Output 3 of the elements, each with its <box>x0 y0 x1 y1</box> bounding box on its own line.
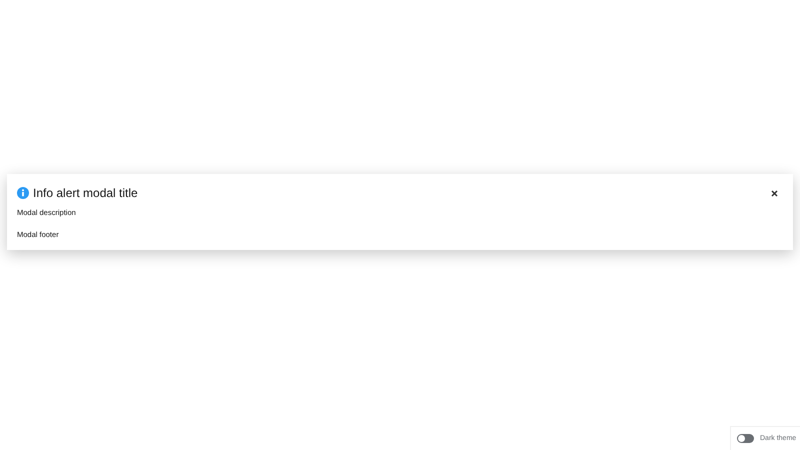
dark-theme-switch[interactable] <box>737 434 754 443</box>
close-icon <box>770 190 778 197</box>
modal-title: Info alert modal title <box>33 185 138 202</box>
